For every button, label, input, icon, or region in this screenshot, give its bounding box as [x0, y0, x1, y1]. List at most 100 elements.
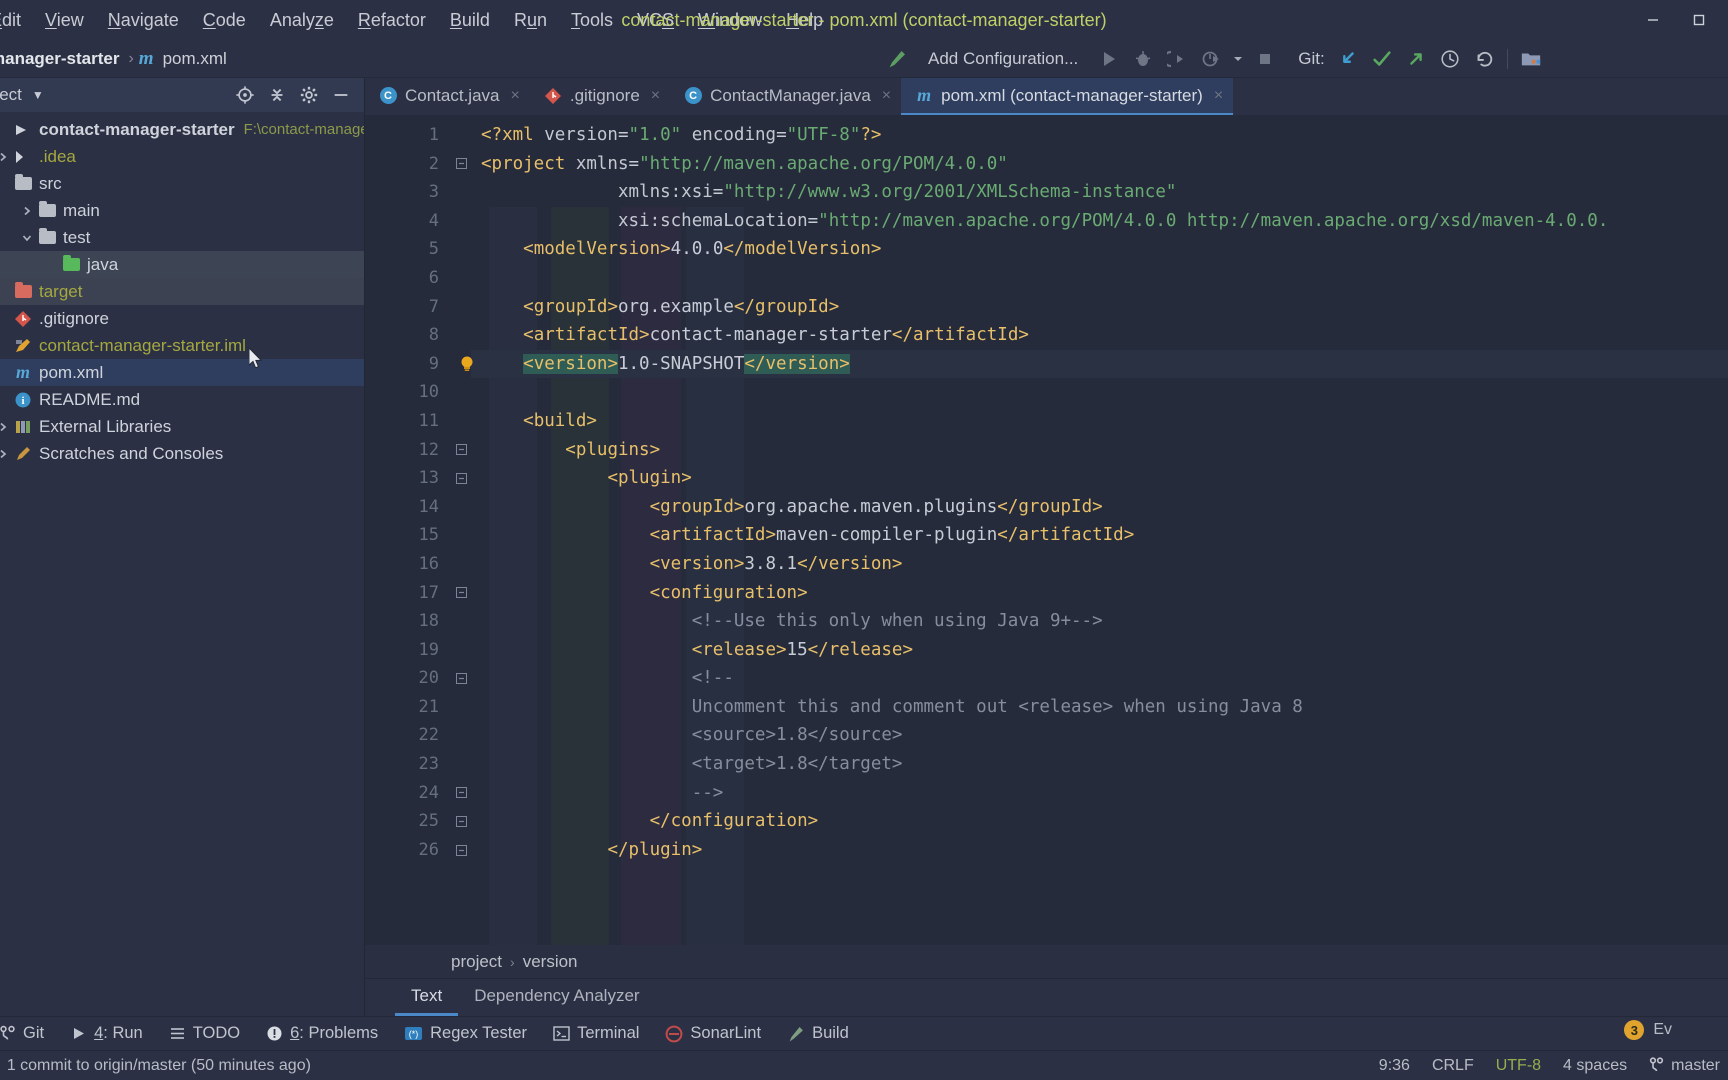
- tool-window-regex-tester[interactable]: (*) Regex Tester: [391, 1024, 540, 1043]
- menu-build[interactable]: Build: [438, 0, 502, 40]
- tree-item-pom-xml[interactable]: m pom.xml: [0, 359, 364, 386]
- indent-setting[interactable]: 4 spaces: [1563, 1057, 1627, 1075]
- fold-toggle-icon[interactable]: [455, 844, 467, 856]
- close-icon[interactable]: ×: [648, 87, 660, 105]
- event-log-widget[interactable]: 3 Ev: [1624, 1020, 1672, 1040]
- collapse-all-icon[interactable]: [262, 80, 292, 110]
- tool-window-build[interactable]: Build: [774, 1024, 862, 1043]
- breadcrumb-project[interactable]: manager-starter: [0, 49, 123, 69]
- tool-window-6-problems[interactable]: 6: Problems: [253, 1024, 391, 1043]
- git-branch-widget[interactable]: master: [1649, 1057, 1720, 1075]
- code-editor[interactable]: 1 2 3 4 5 6 7 8 9 10 11 12 13 14 15 16 17 18 19 20 21 22 23 24 2…: [365, 115, 1728, 945]
- close-icon[interactable]: ×: [1211, 87, 1223, 105]
- caret-position[interactable]: 9:36: [1379, 1057, 1410, 1075]
- editor-tab-contact-java[interactable]: C Contact.java ×: [365, 78, 530, 115]
- code-line[interactable]: xsi:schemaLocation="http://maven.apache.…: [471, 207, 1728, 236]
- fold-toggle-icon[interactable]: [455, 444, 467, 456]
- fold-toggle-icon[interactable]: [455, 787, 467, 799]
- intention-bulb-icon[interactable]: [457, 354, 477, 380]
- tree-item-scratches-and-consoles[interactable]: Scratches and Consoles: [0, 440, 364, 467]
- status-message[interactable]: 1 commit to origin/master (50 minutes ag…: [7, 1057, 311, 1075]
- breadcrumb-element-project[interactable]: project: [451, 952, 502, 972]
- tree-item-contact-manager-starter-iml[interactable]: contact-manager-starter.iml: [0, 332, 364, 359]
- code-line[interactable]: <configuration>: [471, 579, 1728, 608]
- menu-window[interactable]: Window: [686, 0, 774, 40]
- tool-window-terminal[interactable]: Terminal: [540, 1024, 652, 1043]
- commit-checkmark-icon[interactable]: [1365, 40, 1399, 78]
- code-line[interactable]: <!--: [471, 664, 1728, 693]
- chevron-down-icon[interactable]: [1228, 40, 1248, 78]
- code-line[interactable]: <modelVersion>4.0.0</modelVersion>: [471, 235, 1728, 264]
- project-tree[interactable]: contact-manager-starter F:\contact-manage…: [0, 112, 364, 1016]
- code-line[interactable]: <groupId>org.example</groupId>: [471, 293, 1728, 322]
- tree-item-test[interactable]: test: [0, 224, 364, 251]
- code-line[interactable]: <plugins>: [471, 436, 1728, 465]
- tree-item-target[interactable]: target: [0, 278, 364, 305]
- tool-window-sonarlint[interactable]: SonarLint: [652, 1024, 774, 1043]
- menu-refactor[interactable]: Refactor: [346, 0, 438, 40]
- chevron-right-icon[interactable]: [0, 448, 12, 460]
- push-arrow-icon[interactable]: [1399, 40, 1433, 78]
- code-line[interactable]: <!--Use this only when using Java 9+-->: [471, 607, 1728, 636]
- fold-toggle-icon[interactable]: [455, 158, 467, 170]
- project-structure-icon[interactable]: [1514, 40, 1548, 78]
- menu-help[interactable]: Help: [774, 0, 835, 40]
- code-line[interactable]: <artifactId>maven-compiler-plugin</artif…: [471, 521, 1728, 550]
- editor-bottom-tab-dependency[interactable]: Dependency Analyzer: [458, 979, 655, 1016]
- rollback-undo-icon[interactable]: [1467, 40, 1501, 78]
- code-line[interactable]: <target>1.8</target>: [471, 750, 1728, 779]
- file-encoding[interactable]: UTF-8: [1496, 1057, 1541, 1075]
- code-line[interactable]: <build>: [471, 407, 1728, 436]
- code-line[interactable]: <version>3.8.1</version>: [471, 550, 1728, 579]
- fold-toggle-icon[interactable]: [455, 587, 467, 599]
- project-pane-title[interactable]: oject: [0, 85, 22, 105]
- tool-window-todo[interactable]: TODO: [156, 1024, 253, 1043]
- debug-icon[interactable]: [1126, 40, 1160, 78]
- breadcrumb-element-version[interactable]: version: [523, 952, 578, 972]
- profiler-icon[interactable]: [1194, 40, 1228, 78]
- menu-tools[interactable]: Tools: [559, 0, 625, 40]
- fold-toggle-icon[interactable]: [455, 672, 467, 684]
- tree-item--gitignore[interactable]: .gitignore: [0, 305, 364, 332]
- code-line[interactable]: [471, 264, 1728, 293]
- menu-navigate[interactable]: Navigate: [96, 0, 191, 40]
- history-clock-icon[interactable]: [1433, 40, 1467, 78]
- close-icon[interactable]: ×: [508, 87, 520, 105]
- code-line[interactable]: [471, 378, 1728, 407]
- menu-edit[interactable]: Edit: [0, 0, 33, 40]
- run-icon[interactable]: [1092, 40, 1126, 78]
- maximize-button[interactable]: [1676, 0, 1722, 40]
- editor-tab-contactmanager-java[interactable]: C ContactManager.java ×: [670, 78, 901, 115]
- fold-toggle-icon[interactable]: [455, 815, 467, 827]
- code-line[interactable]: <project xmlns="http://maven.apache.org/…: [471, 150, 1728, 179]
- breadcrumb-file[interactable]: pom.xml: [159, 49, 231, 69]
- tool-window-git[interactable]: Git: [0, 1024, 57, 1043]
- tree-item-readme-md[interactable]: i README.md: [0, 386, 364, 413]
- code-content[interactable]: <?xml version="1.0" encoding="UTF-8"?> <p…: [471, 115, 1728, 945]
- search-everywhere-icon[interactable]: [888, 44, 918, 74]
- menu-analyze[interactable]: Analyze: [258, 0, 346, 40]
- code-line[interactable]: <groupId>org.apache.maven.plugins</group…: [471, 493, 1728, 522]
- code-line[interactable]: <artifactId>contact-manager-starter</art…: [471, 321, 1728, 350]
- code-line[interactable]: </configuration>: [471, 807, 1728, 836]
- chevron-right-icon[interactable]: [0, 151, 12, 163]
- fold-toggle-icon[interactable]: [455, 472, 467, 484]
- code-line[interactable]: <source>1.8</source>: [471, 721, 1728, 750]
- code-line[interactable]: <release>15</release>: [471, 636, 1728, 665]
- menu-view[interactable]: View: [33, 0, 96, 40]
- tool-window-4-run[interactable]: 4: Run: [57, 1024, 156, 1043]
- close-icon[interactable]: ×: [879, 87, 891, 105]
- stop-icon[interactable]: [1248, 40, 1282, 78]
- tree-item-main[interactable]: main: [0, 197, 364, 224]
- editor-tab-pom-xml[interactable]: m pom.xml (contact-manager-starter) ×: [901, 78, 1234, 115]
- code-line[interactable]: Uncomment this and comment out <release>…: [471, 693, 1728, 722]
- run-with-coverage-icon[interactable]: [1160, 40, 1194, 78]
- settings-gear-icon[interactable]: [294, 80, 324, 110]
- minimize-button[interactable]: [1630, 0, 1676, 40]
- hide-icon[interactable]: [326, 80, 356, 110]
- chevron-down-icon[interactable]: ▼: [32, 88, 44, 102]
- code-folding-column[interactable]: [451, 115, 471, 945]
- code-line[interactable]: <?xml version="1.0" encoding="UTF-8"?>: [471, 121, 1728, 150]
- select-opened-file-icon[interactable]: [230, 80, 260, 110]
- chevron-right-icon[interactable]: [0, 421, 12, 433]
